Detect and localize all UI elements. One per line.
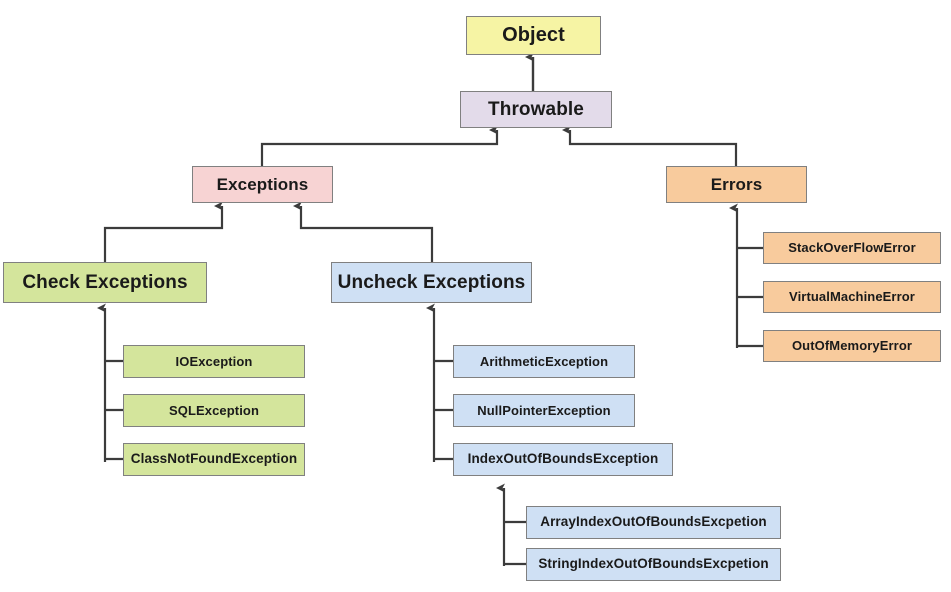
- node-object[interactable]: Object: [466, 16, 601, 55]
- exception-hierarchy-diagram: Object Throwable Exceptions Errors Check…: [0, 0, 951, 592]
- edge-check-exceptions-to-exceptions: [103, 201, 224, 262]
- edge-exceptions-to-throwable: [260, 125, 499, 166]
- node-array-index-out-of-bounds-excpetion[interactable]: ArrayIndexOutOfBoundsExcpetion: [526, 506, 781, 539]
- node-arithmetic-exception[interactable]: ArithmeticException: [453, 345, 635, 378]
- node-stack-over-flow-error[interactable]: StackOverFlowError: [763, 232, 941, 264]
- node-class-not-found-exception[interactable]: ClassNotFoundException: [123, 443, 305, 476]
- node-exceptions[interactable]: Exceptions: [192, 166, 333, 203]
- node-virtual-machine-error[interactable]: VirtualMachineError: [763, 281, 941, 313]
- node-null-pointer-exception[interactable]: NullPointerException: [453, 394, 635, 427]
- node-check-exceptions[interactable]: Check Exceptions: [3, 262, 207, 303]
- node-index-out-of-bounds-exception[interactable]: IndexOutOfBoundsException: [453, 443, 673, 476]
- edge-uncheck-exceptions-to-exceptions: [293, 201, 434, 262]
- node-errors[interactable]: Errors: [666, 166, 807, 203]
- node-io-exception[interactable]: IOException: [123, 345, 305, 378]
- node-string-index-out-of-bounds-excpetion[interactable]: StringIndexOutOfBoundsExcpetion: [526, 548, 781, 581]
- node-sql-exception[interactable]: SQLException: [123, 394, 305, 427]
- node-throwable[interactable]: Throwable: [460, 91, 612, 128]
- node-out-of-memory-error[interactable]: OutOfMemoryError: [763, 330, 941, 362]
- edge-errors-to-throwable: [562, 125, 738, 166]
- node-uncheck-exceptions[interactable]: Uncheck Exceptions: [331, 262, 532, 303]
